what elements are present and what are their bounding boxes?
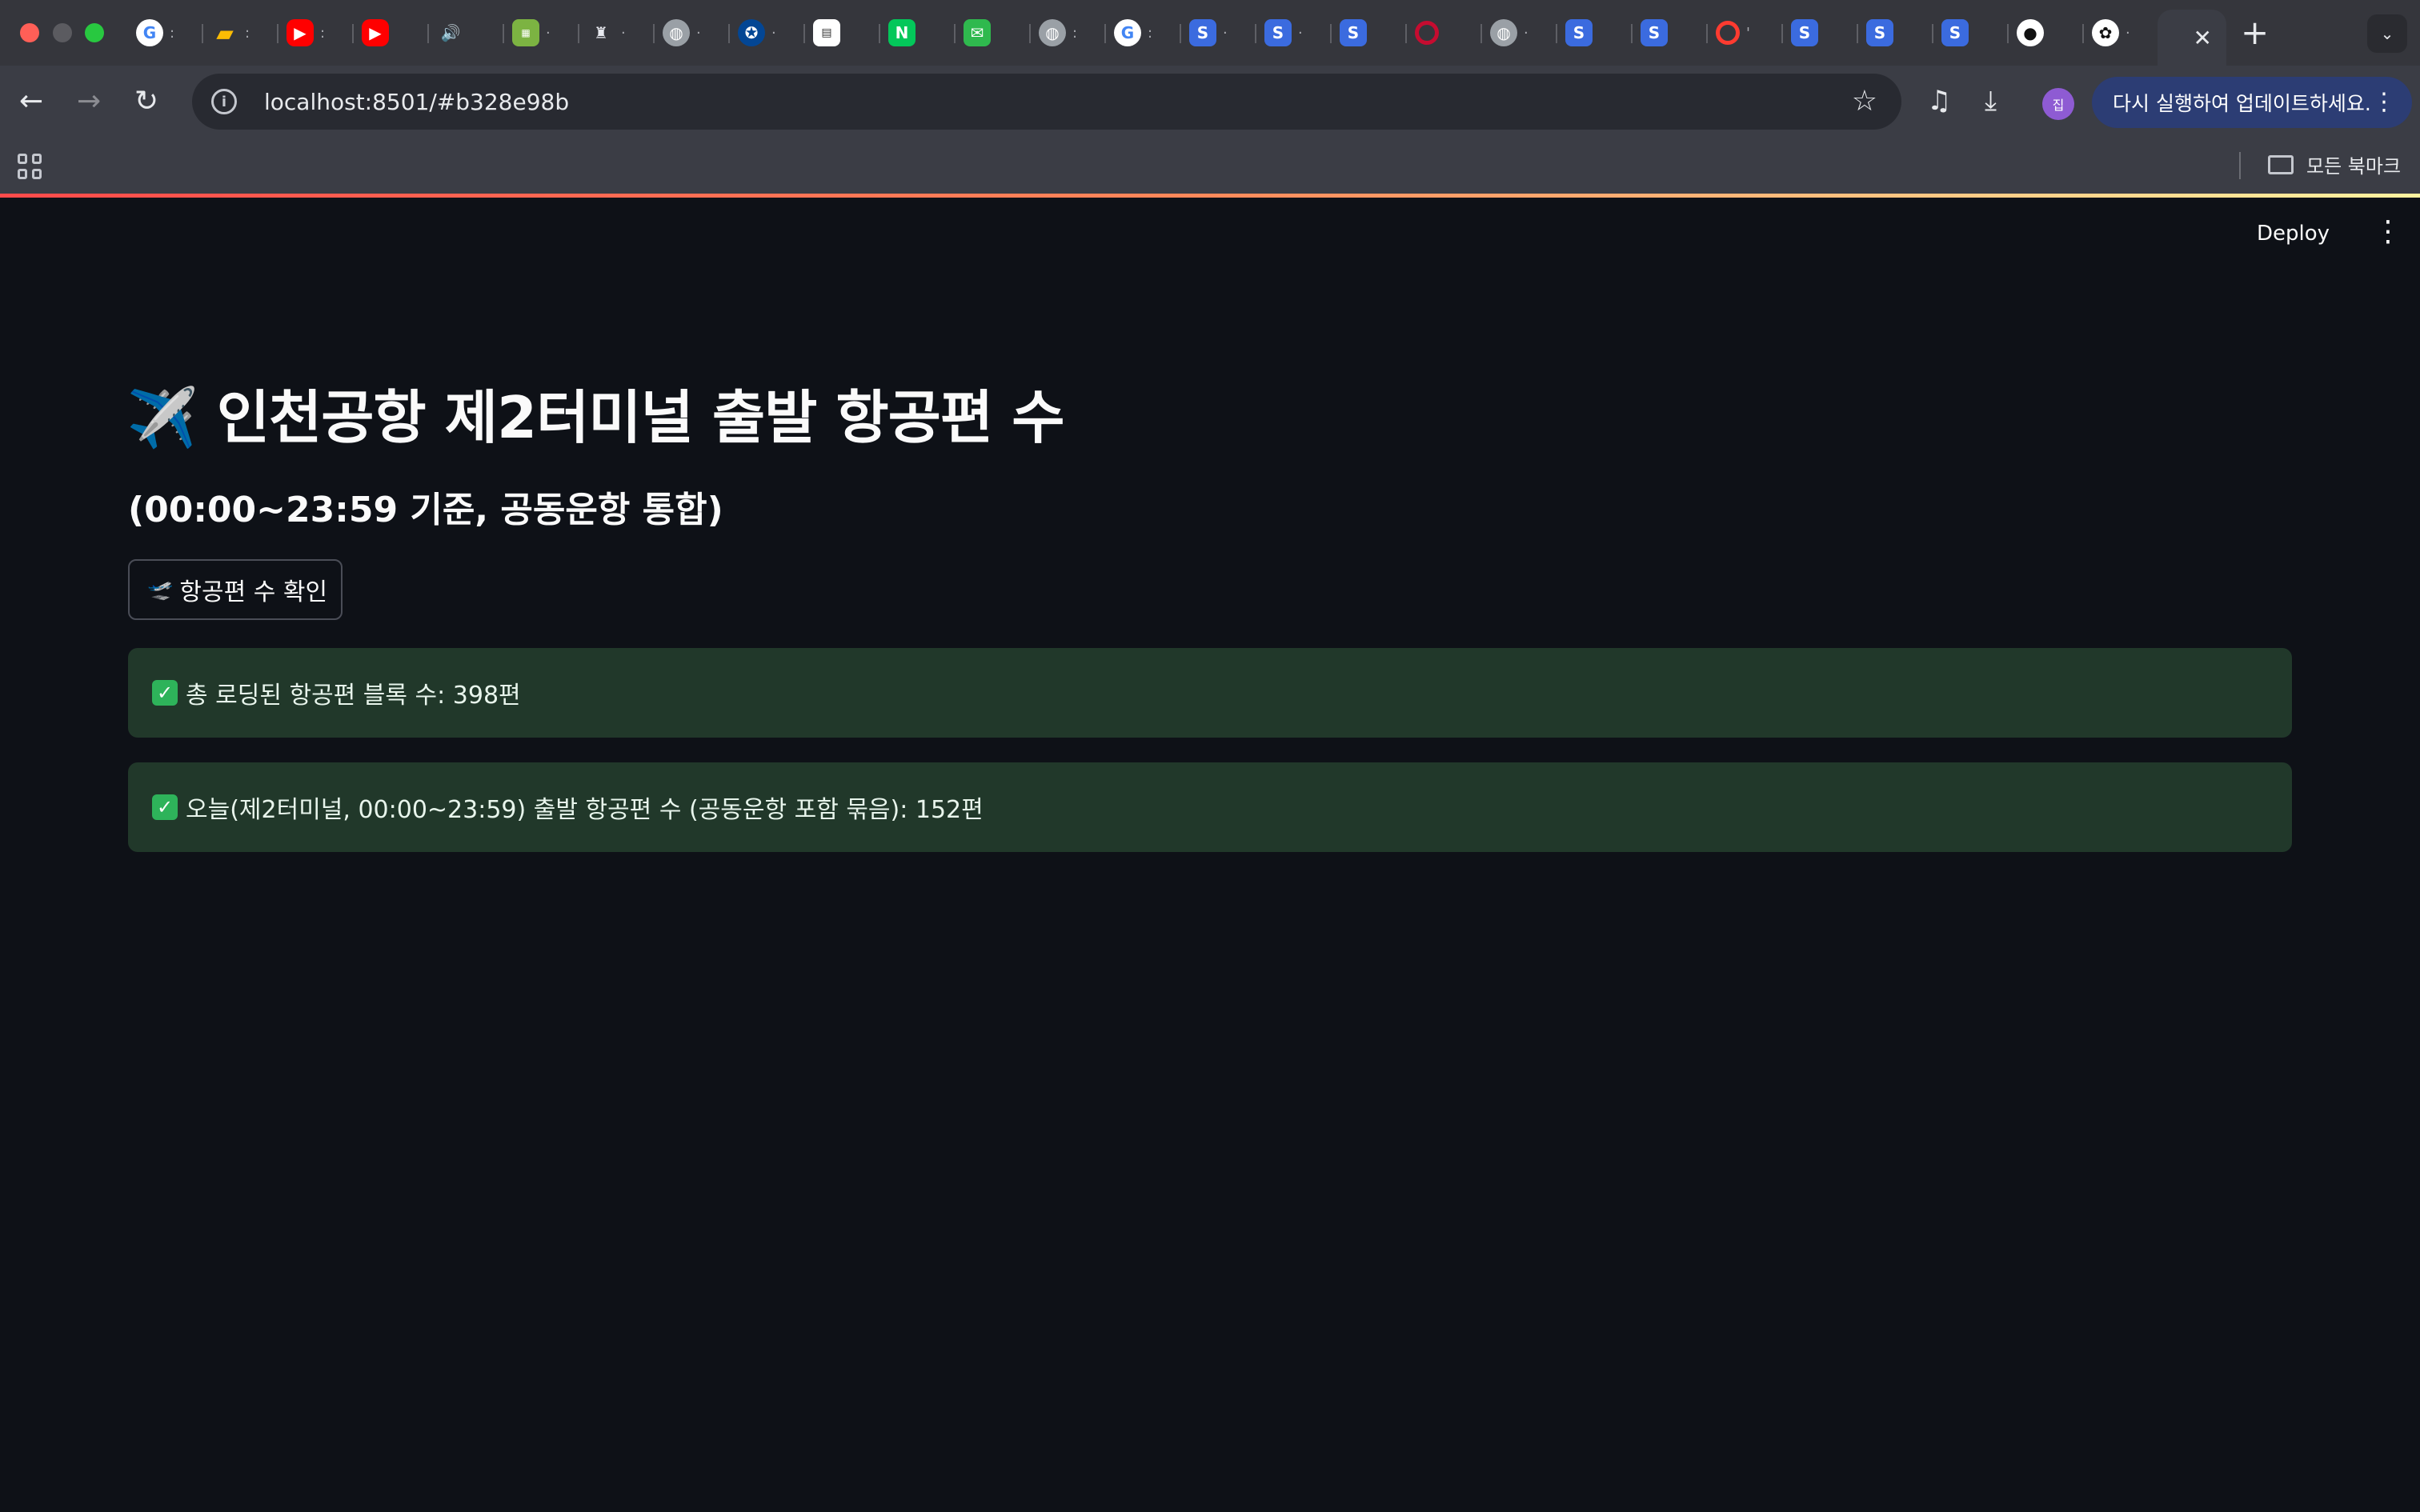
- green-app-icon: ▦: [512, 19, 539, 46]
- red-ring-icon: [1716, 21, 1740, 45]
- apps-grid-icon[interactable]: [18, 154, 43, 179]
- check-flights-label: 항공편 수 확인: [179, 578, 328, 606]
- s-app-icon: S: [1641, 19, 1668, 46]
- url-text[interactable]: localhost:8501/#b328e98b: [264, 89, 569, 115]
- tab-globe-2[interactable]: ◍:: [1031, 8, 1106, 58]
- check-flights-button[interactable]: 🛫 항공편 수 확인: [128, 559, 343, 620]
- page-title: ✈️ 인천공항 제2터미널 출발 항공편 수: [126, 384, 1064, 451]
- google-ads-icon: ▰: [216, 19, 234, 46]
- close-window-button[interactable]: [20, 23, 39, 42]
- media-control-icon[interactable]: ♫: [1927, 85, 1951, 117]
- alert-total-text: 총 로딩된 항공편 블록 수: 398편: [186, 682, 521, 710]
- check-mark-icon: ✓: [152, 680, 178, 706]
- s-app-icon: S: [1565, 19, 1593, 46]
- more-vert-icon[interactable]: ⋮: [2372, 88, 2396, 116]
- bookmark-star-icon[interactable]: ☆: [1852, 85, 1877, 118]
- tab-audio[interactable]: 🔊: [429, 8, 504, 58]
- s-app-icon: S: [1941, 19, 1969, 46]
- globe-icon: ◍: [663, 19, 690, 46]
- tab-s-app-3[interactable]: S: [1332, 8, 1407, 58]
- google-icon: G: [136, 19, 163, 46]
- site-info-icon[interactable]: i: [211, 89, 237, 114]
- tab-google-2[interactable]: G:: [1106, 8, 1181, 58]
- chelsea-icon: ✪: [738, 19, 765, 46]
- tab-youtube-2[interactable]: ▶: [354, 8, 429, 58]
- forward-button[interactable]: →: [77, 85, 101, 118]
- success-alert-today: ✓ 오늘(제2터미널, 00:00~23:59) 출발 항공편 수 (공동운항 …: [128, 762, 2292, 852]
- tab-s-app-7[interactable]: S: [1858, 8, 1933, 58]
- s-app-icon: S: [1264, 19, 1292, 46]
- profile-avatar[interactable]: 집: [2042, 88, 2074, 120]
- s-app-icon: S: [1340, 19, 1367, 46]
- tab-search-button[interactable]: ⌄: [2367, 14, 2407, 53]
- airplane-departure-icon: 🛫: [147, 578, 174, 602]
- alert-today-text: 오늘(제2터미널, 00:00~23:59) 출발 항공편 수 (공동운항 포함…: [186, 796, 984, 824]
- update-button[interactable]: 다시 실행하여 업데이트하세요. ⋮: [2092, 77, 2412, 128]
- browser-tabstrip: G: ▰: ▶: ▶ 🔊 ▦ · ♜ · ◍ · ✪ · ▤ N ✉ ◍: G: S · …: [0, 0, 2420, 66]
- tab-chelsea[interactable]: ✪ ·: [730, 8, 805, 58]
- tab-spurs[interactable]: ♜ ·: [579, 8, 655, 58]
- tab-document[interactable]: ▤: [805, 8, 880, 58]
- all-bookmarks-button[interactable]: 모든 북마크: [2268, 150, 2401, 178]
- tab-red-ring[interactable]: ': [1708, 8, 1783, 58]
- speaker-icon: 🔊: [440, 23, 461, 42]
- tab-google[interactable]: G:: [128, 8, 203, 58]
- tab-s-app-5[interactable]: S: [1633, 8, 1708, 58]
- bookmarks-divider: [2239, 152, 2241, 179]
- update-label: 다시 실행하여 업데이트하세요.: [2113, 92, 2371, 115]
- download-icon[interactable]: ⤓: [1985, 85, 1997, 117]
- document-icon: ▤: [813, 19, 840, 46]
- success-alert-total: ✓ 총 로딩된 항공편 블록 수: 398편: [128, 648, 2292, 738]
- mail-icon: ✉: [964, 19, 991, 46]
- deploy-button[interactable]: Deploy: [2257, 222, 2330, 246]
- tab-naver[interactable]: N: [880, 8, 956, 58]
- tab-github[interactable]: ●: [2009, 8, 2084, 58]
- youtube-icon: ▶: [286, 19, 314, 46]
- bookmarks-bar: 모든 북마크: [0, 138, 2420, 194]
- chevron-down-icon: ⌄: [2380, 24, 2394, 43]
- tab-youtube[interactable]: ▶:: [278, 8, 354, 58]
- browser-toolbar: ← → ↻ i localhost:8501/#b328e98b ☆ ♫ ⤓ 집…: [0, 66, 2420, 138]
- all-bookmarks-label: 모든 북마크: [2306, 155, 2402, 178]
- new-tab-button[interactable]: +: [2241, 13, 2269, 52]
- github-icon: ●: [2017, 19, 2044, 46]
- main-menu-icon[interactable]: ⋮: [2374, 215, 2402, 248]
- korean-circle-icon: [1415, 21, 1439, 45]
- folder-icon: [2268, 154, 2294, 174]
- tab-list: G: ▰: ▶: ▶ 🔊 ▦ · ♜ · ◍ · ✪ · ▤ N ✉ ◍: G: S · …: [128, 8, 2159, 58]
- streamlit-app: Deploy ⋮ ✈️ 인천공항 제2터미널 출발 항공편 수 (00:00~2…: [0, 198, 2420, 1512]
- page-subtitle: (00:00~23:59 기준, 공동운항 통합): [128, 490, 723, 530]
- tab-active[interactable]: ✕: [2158, 10, 2226, 66]
- tab-openai[interactable]: ✿ ·: [2084, 8, 2159, 58]
- youtube-icon: ▶: [362, 19, 389, 46]
- google-icon: G: [1114, 19, 1141, 46]
- tab-korean-circle[interactable]: [1407, 8, 1482, 58]
- check-mark-icon: ✓: [152, 794, 178, 820]
- maximize-window-button[interactable]: [85, 23, 104, 42]
- openai-icon: ✿: [2092, 19, 2119, 46]
- globe-icon: ◍: [1039, 19, 1066, 46]
- spurs-icon: ♜: [594, 23, 608, 42]
- tab-globe-3[interactable]: ◍ ·: [1482, 8, 1557, 58]
- tab-s-app-2[interactable]: S ·: [1256, 8, 1332, 58]
- s-app-icon: S: [1791, 19, 1818, 46]
- minimize-window-button[interactable]: [53, 23, 72, 42]
- reload-button[interactable]: ↻: [134, 85, 158, 118]
- s-app-icon: S: [1866, 19, 1893, 46]
- close-icon[interactable]: ✕: [2194, 25, 2212, 51]
- tab-s-app-4[interactable]: S: [1557, 8, 1633, 58]
- naver-icon: N: [888, 19, 916, 46]
- tab-mail[interactable]: ✉: [956, 8, 1031, 58]
- tab-s-app-1[interactable]: S ·: [1181, 8, 1256, 58]
- tab-globe[interactable]: ◍ ·: [655, 8, 730, 58]
- tab-s-app-6[interactable]: S: [1783, 8, 1858, 58]
- back-button[interactable]: ←: [19, 85, 43, 118]
- tab-green-app[interactable]: ▦ ·: [504, 8, 579, 58]
- globe-icon: ◍: [1490, 19, 1517, 46]
- tab-s-app-8[interactable]: S: [1933, 8, 2009, 58]
- tab-google-ads[interactable]: ▰:: [203, 8, 278, 58]
- s-app-icon: S: [1189, 19, 1216, 46]
- address-bar[interactable]: i localhost:8501/#b328e98b ☆: [192, 74, 1901, 130]
